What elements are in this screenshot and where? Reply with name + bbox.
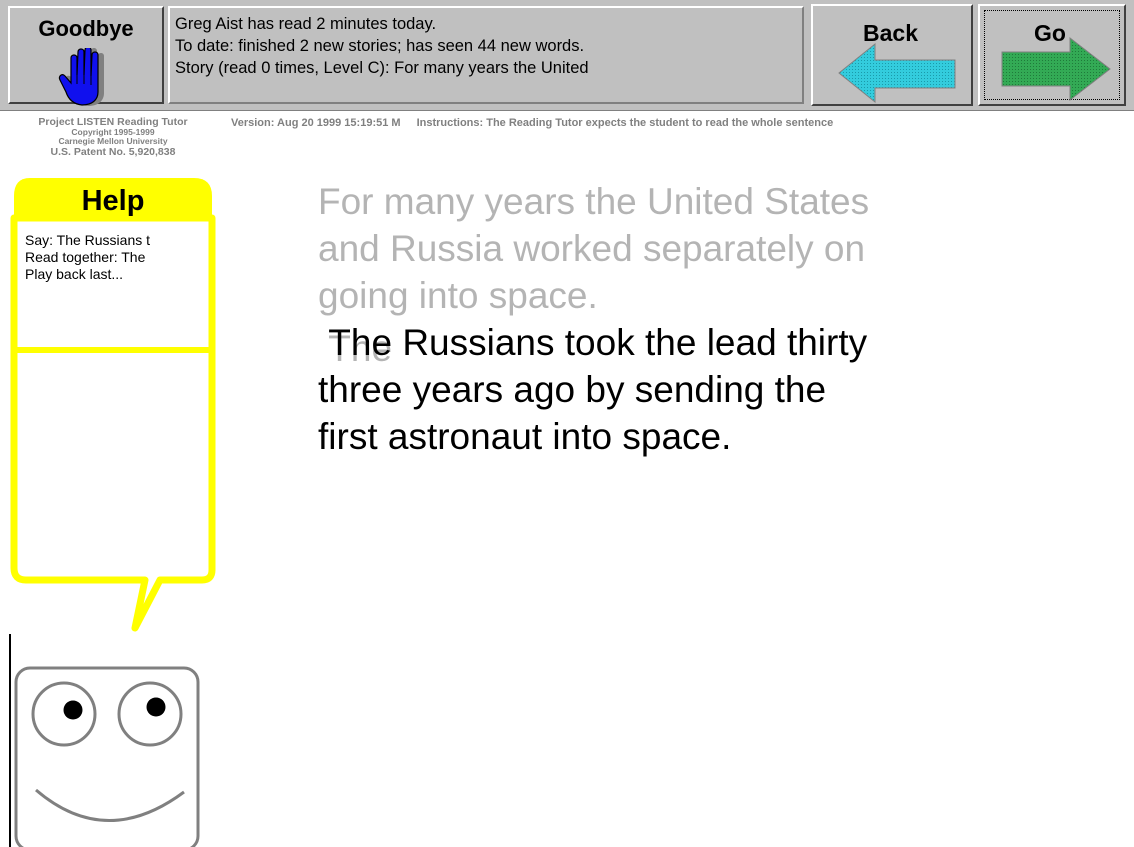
back-button[interactable]: Back [811,4,973,106]
current-sentence-line: three years ago by sending the [318,369,827,410]
help-title: Help [81,185,145,217]
version-text: Version: Aug 20 1999 15:19:51 M [231,117,401,129]
status-panel: Greg Aist has read 2 minutes today. To d… [168,6,804,104]
current-line-rest: Russians took the lead thirty [392,322,868,363]
story-previous-line: going into space. [318,275,598,316]
back-arrow-icon [838,42,956,104]
story-text: For many years the United States and Rus… [318,178,869,460]
current-word[interactable]: The The [328,319,393,369]
forward-arrow-icon [1001,36,1111,102]
help-option-read-together[interactable]: Read together: The [25,249,205,266]
current-word-text: The [328,322,393,363]
tutor-face-icon [9,634,200,847]
go-button[interactable]: Go [978,4,1126,106]
current-sentence-line: The The Russians took the lead thirty [318,319,869,369]
help-option-say[interactable]: Say: The Russians t [25,232,205,249]
status-reading-time: Greg Aist has read 2 minutes today. [175,15,437,33]
status-story: Story (read 0 times, Level C): For many … [175,59,589,77]
story-previous-line: and Russia worked separately on [318,228,866,269]
info-bar: Version: Aug 20 1999 15:19:51 M Instructi… [231,117,833,129]
help-options: Say: The Russians t Read together: The P… [25,232,205,283]
help-balloon [10,178,216,632]
help-option-play-back[interactable]: Play back last... [25,266,205,283]
current-sentence-line: first astronaut into space. [318,416,732,457]
status-progress: To date: finished 2 new stories; has see… [175,37,585,55]
story-previous-line: For many years the United States [318,181,870,222]
instructions-text: Instructions: The Reading Tutor expects … [416,117,834,129]
